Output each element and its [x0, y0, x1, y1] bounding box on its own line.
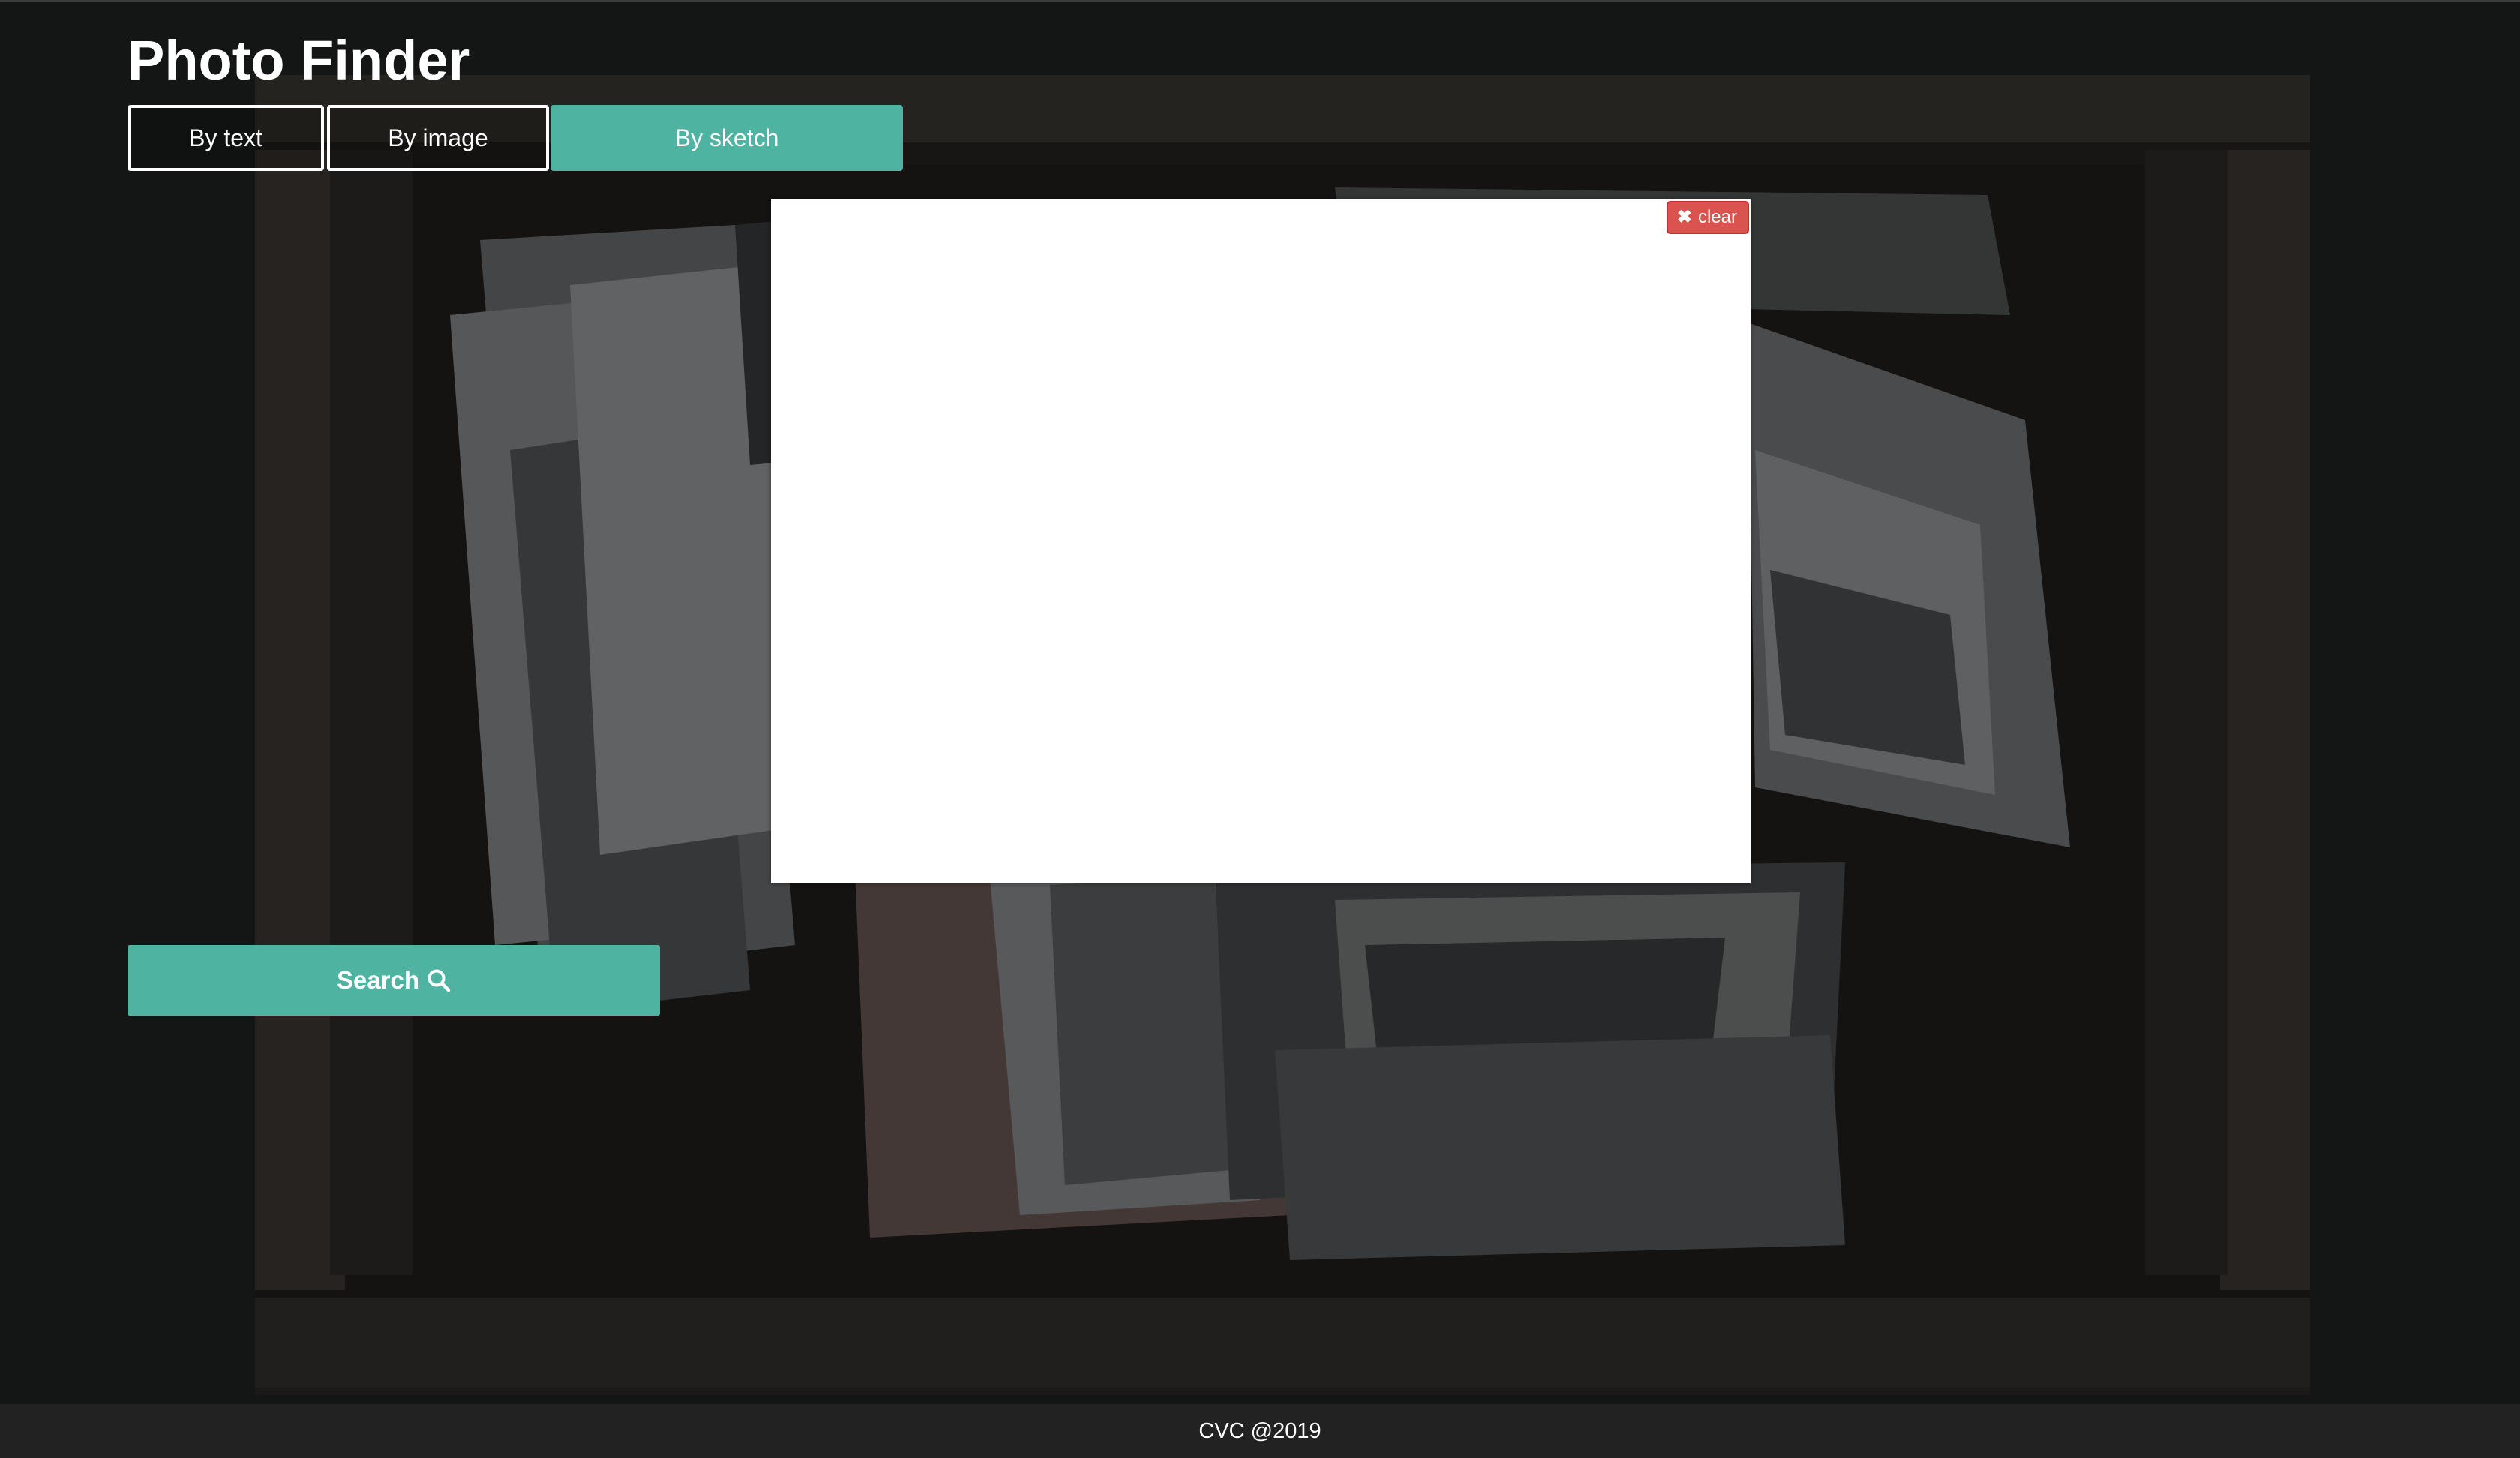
sketch-canvas[interactable]: ✖ clear	[771, 200, 1750, 884]
clear-button-label: clear	[1697, 207, 1737, 227]
close-icon: ✖	[1676, 207, 1692, 227]
tab-by-text[interactable]: By text	[128, 105, 324, 171]
page-title: Photo Finder	[128, 29, 470, 92]
top-border	[0, 0, 2520, 2]
search-button[interactable]: Search	[128, 945, 660, 1016]
search-icon	[427, 968, 451, 992]
footer: CVC @2019	[0, 1404, 2520, 1458]
tab-by-sketch[interactable]: By sketch	[550, 105, 903, 171]
page: Photo Finder By text By image By sketch …	[0, 0, 2520, 1458]
clear-button[interactable]: ✖ clear	[1666, 201, 1749, 234]
search-button-label: Search	[336, 966, 420, 994]
tab-by-image[interactable]: By image	[327, 105, 549, 171]
footer-copyright: CVC @2019	[1198, 1418, 1322, 1443]
